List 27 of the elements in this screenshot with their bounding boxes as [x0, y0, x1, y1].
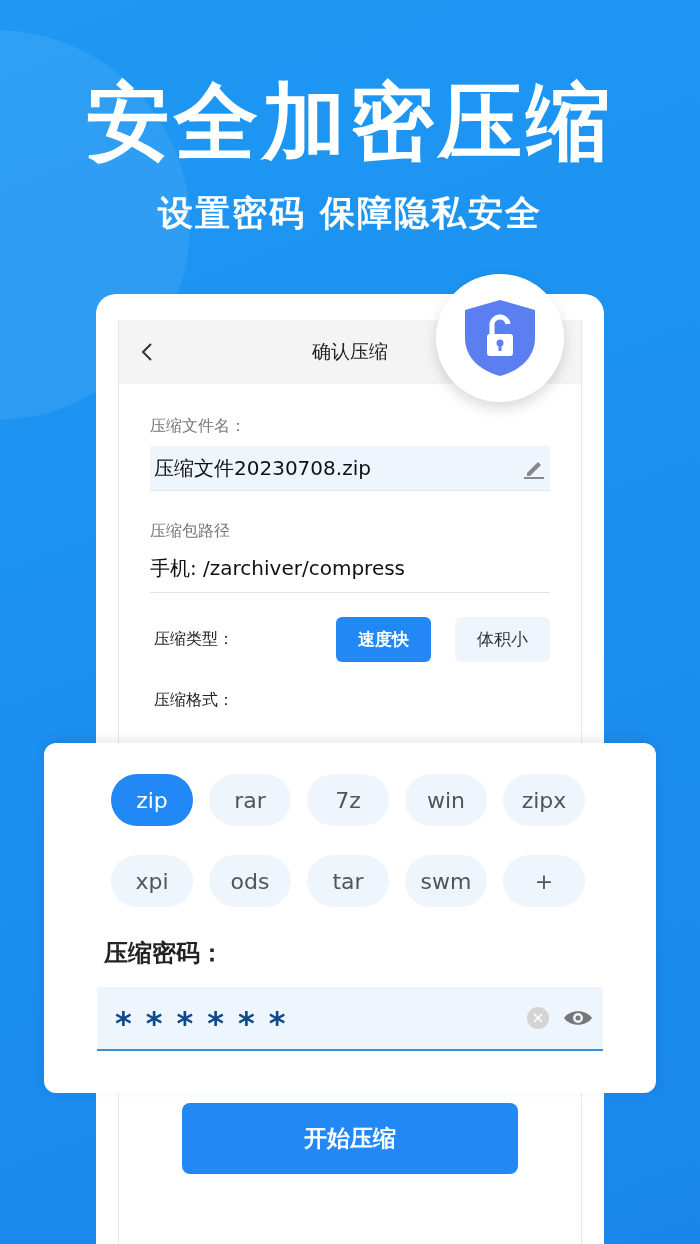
file-name-field[interactable]: 压缩文件20230708.zip [150, 446, 550, 491]
format-chip[interactable]: swm [405, 855, 487, 907]
field-label: 压缩文件名： [150, 415, 247, 437]
format-chip[interactable]: + [503, 855, 585, 907]
type-option[interactable]: 速度快 [336, 617, 431, 662]
password-label: 压缩密码： [104, 938, 225, 969]
field-label: 压缩包路径 [150, 520, 231, 542]
format-chip[interactable]: zipx [503, 774, 585, 826]
format-chip[interactable]: xpi [111, 855, 193, 907]
start-button[interactable]: 开始压缩 [182, 1103, 518, 1174]
password-field[interactable]: ****** [97, 987, 603, 1051]
headline: 安全加密压缩 [86, 72, 614, 172]
format-chip[interactable]: rar [209, 774, 291, 826]
eye-icon[interactable] [563, 1009, 593, 1027]
format-label: 压缩格式： [153, 690, 235, 711]
format-chip[interactable]: 7z [307, 774, 389, 826]
format-chip[interactable]: win [405, 774, 487, 826]
screen-title: 确认压缩 [312, 339, 388, 364]
format-chip[interactable]: zip [111, 774, 193, 826]
shield-lock-icon [463, 298, 537, 378]
path-value: 手机: /zarchiver/compress [150, 555, 550, 593]
back-icon[interactable] [141, 342, 153, 362]
format-chip[interactable]: tar [307, 855, 389, 907]
format-chip[interactable]: ods [209, 855, 291, 907]
type-label: 压缩类型： [153, 629, 235, 650]
subheadline: 设置密码 保障隐私安全 [157, 192, 543, 235]
type-option[interactable]: 体积小 [455, 617, 550, 662]
